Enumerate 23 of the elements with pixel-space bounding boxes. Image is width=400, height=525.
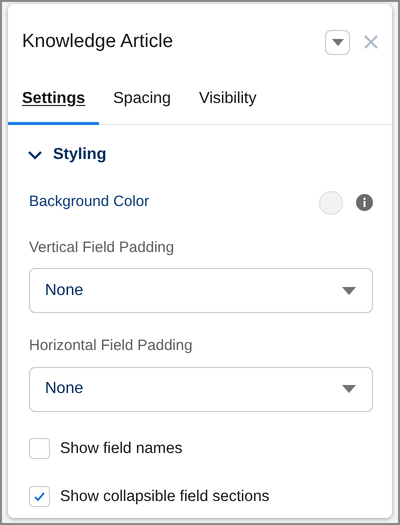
tab[interactable]: Visibility: [184, 82, 270, 124]
caret-icon: [332, 38, 344, 46]
chevron-icon[interactable]: [27, 150, 43, 160]
dropdown-button[interactable]: [325, 30, 350, 55]
caret-icon: [342, 286, 356, 294]
select-field[interactable]: None: [29, 268, 373, 313]
select-field[interactable]: None: [29, 366, 373, 412]
field-label: Vertical Field Padding: [29, 238, 176, 258]
checkbox[interactable]: [29, 438, 50, 459]
tab[interactable]: Settings: [8, 82, 100, 124]
caret-icon: [342, 385, 356, 393]
checkmark-icon: [34, 492, 45, 501]
field-label: Horizontal Field Padding: [29, 336, 194, 356]
section-title: Styling: [53, 144, 106, 164]
checkbox-label: Show collapsible field sections: [60, 486, 270, 507]
checkbox-label: Show field names: [60, 438, 182, 458]
field-label: Background Color: [29, 192, 150, 212]
close-icon: [363, 34, 379, 50]
checkbox[interactable]: [29, 486, 50, 507]
panel-title: Knowledge Article: [22, 30, 174, 54]
info-icon[interactable]: [356, 194, 373, 211]
color-swatch[interactable]: [319, 190, 343, 214]
tab[interactable]: Spacing: [99, 82, 185, 124]
